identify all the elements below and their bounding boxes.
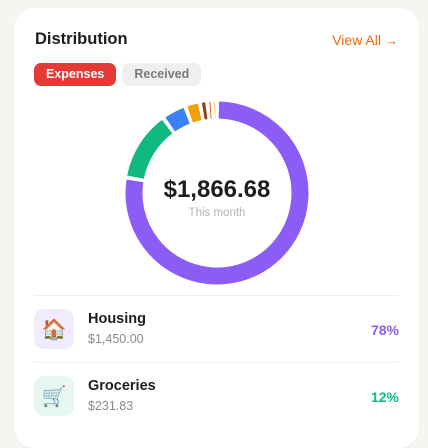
tab-received[interactable]: Received <box>122 63 201 86</box>
arrow-right-icon: → <box>385 33 398 48</box>
view-all-link[interactable]: View All → <box>332 32 398 48</box>
house-icon: 🏠 <box>34 309 74 349</box>
category-percent: 12% <box>371 389 399 405</box>
donut-chart: $1,866.68 This month <box>117 93 317 293</box>
card-title: Distribution <box>35 30 128 49</box>
tab-bar: Expenses Received <box>34 63 201 86</box>
view-all-label: View All <box>332 32 381 48</box>
category-name: Groceries <box>88 378 156 394</box>
donut-segment <box>170 116 186 125</box>
category-percent: 78% <box>371 322 399 338</box>
cart-icon: 🛒 <box>34 376 74 416</box>
category-amount: $1,450.00 <box>88 332 144 346</box>
donut-segment <box>190 112 199 115</box>
list-item-groceries[interactable]: 🛒 Groceries $231.83 12% <box>34 372 399 422</box>
divider <box>34 362 399 363</box>
category-name: Housing <box>88 311 146 327</box>
total-amount: $1,866.68 <box>117 176 317 204</box>
distribution-card: Distribution View All → Expenses Receive… <box>14 8 419 448</box>
category-amount: $231.83 <box>88 399 133 413</box>
donut-segment <box>136 127 168 177</box>
list-item-housing[interactable]: 🏠 Housing $1,450.00 78% <box>34 305 399 355</box>
total-caption: This month <box>117 207 317 219</box>
tab-expenses[interactable]: Expenses <box>34 63 116 86</box>
divider <box>34 295 399 296</box>
